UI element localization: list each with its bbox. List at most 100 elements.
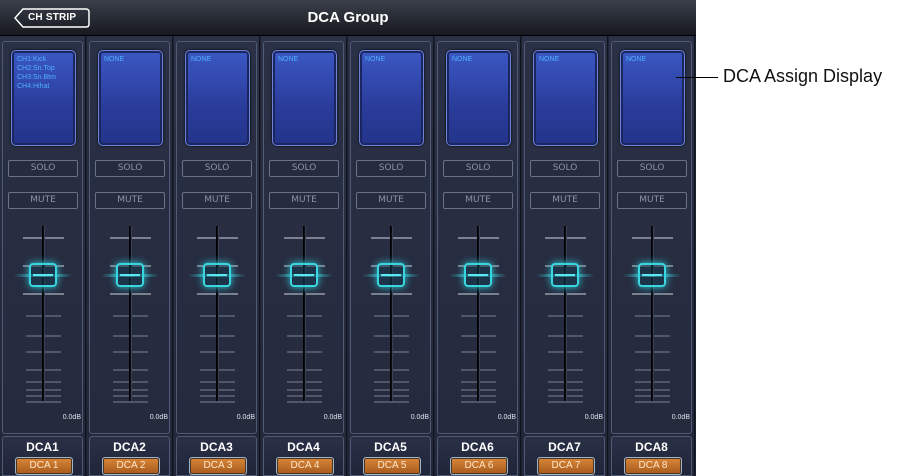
fader-track <box>564 226 567 401</box>
strip-name: DCA3 <box>200 440 233 454</box>
strip-lower-panel: DCA3 DCA 3 <box>176 436 257 476</box>
assign-line: NONE <box>626 56 647 63</box>
assign-line: NONE <box>365 56 386 63</box>
callout-label: DCA Assign Display <box>723 66 883 86</box>
solo-button[interactable]: SOLO <box>8 160 78 177</box>
strip-lower-panel: DCA2 DCA 2 <box>89 436 170 476</box>
mute-button[interactable]: MUTE <box>269 192 339 209</box>
fader-track <box>129 226 132 401</box>
fader[interactable]: 0.0dB <box>522 224 608 429</box>
mute-button[interactable]: MUTE <box>95 192 165 209</box>
assign-line: NONE <box>278 56 299 63</box>
solo-button[interactable]: SOLO <box>269 160 339 177</box>
fader-level-readout: 0.0dB <box>671 414 690 421</box>
assign-line: NONE <box>191 56 212 63</box>
fader-knob[interactable] <box>551 263 579 287</box>
solo-button[interactable]: SOLO <box>617 160 687 177</box>
strip-lower-panel: DCA8 DCA 8 <box>611 436 692 476</box>
strip-lower-panel: DCA1 DCA 1 <box>2 436 83 476</box>
dca-assign-display[interactable]: NONE <box>359 50 424 146</box>
dca-select-button[interactable]: DCA 5 <box>363 457 421 475</box>
strip-name: DCA1 <box>26 440 59 454</box>
fader-track <box>390 226 393 401</box>
fader-knob[interactable] <box>203 263 231 287</box>
dca-strips: CH1:Kick CH2:Sn.Top CH3:Sn.Btm CH4:Hihat SOL… <box>0 36 696 476</box>
assign-line: CH4:Hihat <box>17 83 50 90</box>
dca-strip-8: NONE SOLO MUTE 0.0dB DCA8 DCA 8 <box>609 36 695 476</box>
fader-knob[interactable] <box>638 263 666 287</box>
fader[interactable]: 0.0dB <box>0 224 86 429</box>
solo-button[interactable]: SOLO <box>356 160 426 177</box>
fader-level-readout: 0.0dB <box>410 414 429 421</box>
dca-select-button[interactable]: DCA 3 <box>189 457 247 475</box>
fader-knob[interactable] <box>116 263 144 287</box>
fader[interactable]: 0.0dB <box>348 224 434 429</box>
dca-strip-4: NONE SOLO MUTE 0.0dB DCA4 DCA 4 <box>261 36 347 476</box>
solo-button[interactable]: SOLO <box>530 160 600 177</box>
dca-select-button[interactable]: DCA 2 <box>102 457 160 475</box>
strip-name: DCA7 <box>548 440 581 454</box>
assign-line: NONE <box>539 56 560 63</box>
dca-strip-5: NONE SOLO MUTE 0.0dB DCA5 DCA 5 <box>348 36 434 476</box>
fader[interactable]: 0.0dB <box>435 224 521 429</box>
dca-select-button[interactable]: DCA 4 <box>276 457 334 475</box>
fader-level-readout: 0.0dB <box>62 414 81 421</box>
strip-name: DCA4 <box>287 440 320 454</box>
dca-assign-display[interactable]: CH1:Kick CH2:Sn.Top CH3:Sn.Btm CH4:Hihat <box>11 50 76 146</box>
fader-track <box>303 226 306 401</box>
strip-name: DCA2 <box>113 440 146 454</box>
assign-line: CH3:Sn.Btm <box>17 74 56 81</box>
dca-select-button[interactable]: DCA 1 <box>15 457 73 475</box>
page-title: DCA Group <box>307 9 389 26</box>
mute-button[interactable]: MUTE <box>617 192 687 209</box>
dca-assign-display[interactable]: NONE <box>272 50 337 146</box>
fader-track <box>651 226 654 401</box>
title-bar: CH STRIP DCA Group <box>0 0 696 36</box>
fader-level-readout: 0.0dB <box>497 414 516 421</box>
dca-assign-display[interactable]: NONE <box>446 50 511 146</box>
dca-group-app: CH STRIP DCA Group CH1:Kick CH2:Sn.Top CH3… <box>0 0 696 476</box>
fader-level-readout: 0.0dB <box>323 414 342 421</box>
fader[interactable]: 0.0dB <box>174 224 260 429</box>
assign-line: CH2:Sn.Top <box>17 65 55 72</box>
dca-assign-display[interactable]: NONE <box>533 50 598 146</box>
strip-name: DCA8 <box>635 440 668 454</box>
fader-level-readout: 0.0dB <box>149 414 168 421</box>
dca-assign-display[interactable]: NONE <box>620 50 685 146</box>
mute-button[interactable]: MUTE <box>530 192 600 209</box>
mute-button[interactable]: MUTE <box>8 192 78 209</box>
callout-leader-line <box>676 77 718 78</box>
fader-knob[interactable] <box>290 263 318 287</box>
dca-select-button[interactable]: DCA 8 <box>624 457 682 475</box>
dca-strip-2: NONE SOLO MUTE 0.0dB DCA2 DCA 2 <box>87 36 173 476</box>
dca-strip-1: CH1:Kick CH2:Sn.Top CH3:Sn.Btm CH4:Hihat SOL… <box>0 36 86 476</box>
mute-button[interactable]: MUTE <box>182 192 252 209</box>
fader[interactable]: 0.0dB <box>609 224 695 429</box>
strip-name: DCA5 <box>374 440 407 454</box>
fader[interactable]: 0.0dB <box>261 224 347 429</box>
fader-track <box>42 226 45 401</box>
fader[interactable]: 0.0dB <box>87 224 173 429</box>
strip-name: DCA6 <box>461 440 494 454</box>
solo-button[interactable]: SOLO <box>443 160 513 177</box>
assign-line: NONE <box>104 56 125 63</box>
solo-button[interactable]: SOLO <box>182 160 252 177</box>
dca-assign-display[interactable]: NONE <box>185 50 250 146</box>
fader-knob[interactable] <box>377 263 405 287</box>
mute-button[interactable]: MUTE <box>356 192 426 209</box>
dca-select-button[interactable]: DCA 7 <box>537 457 595 475</box>
strip-lower-panel: DCA7 DCA 7 <box>524 436 605 476</box>
mute-button[interactable]: MUTE <box>443 192 513 209</box>
fader-track <box>216 226 219 401</box>
fader-knob[interactable] <box>29 263 57 287</box>
solo-button[interactable]: SOLO <box>95 160 165 177</box>
assign-line: NONE <box>452 56 473 63</box>
fader-track <box>477 226 480 401</box>
fader-level-readout: 0.0dB <box>584 414 603 421</box>
dca-assign-display[interactable]: NONE <box>98 50 163 146</box>
fader-knob[interactable] <box>464 263 492 287</box>
dca-select-button[interactable]: DCA 6 <box>450 457 508 475</box>
assign-line: CH1:Kick <box>17 56 47 63</box>
strip-lower-panel: DCA6 DCA 6 <box>437 436 518 476</box>
dca-strip-6: NONE SOLO MUTE 0.0dB DCA6 DCA 6 <box>435 36 521 476</box>
